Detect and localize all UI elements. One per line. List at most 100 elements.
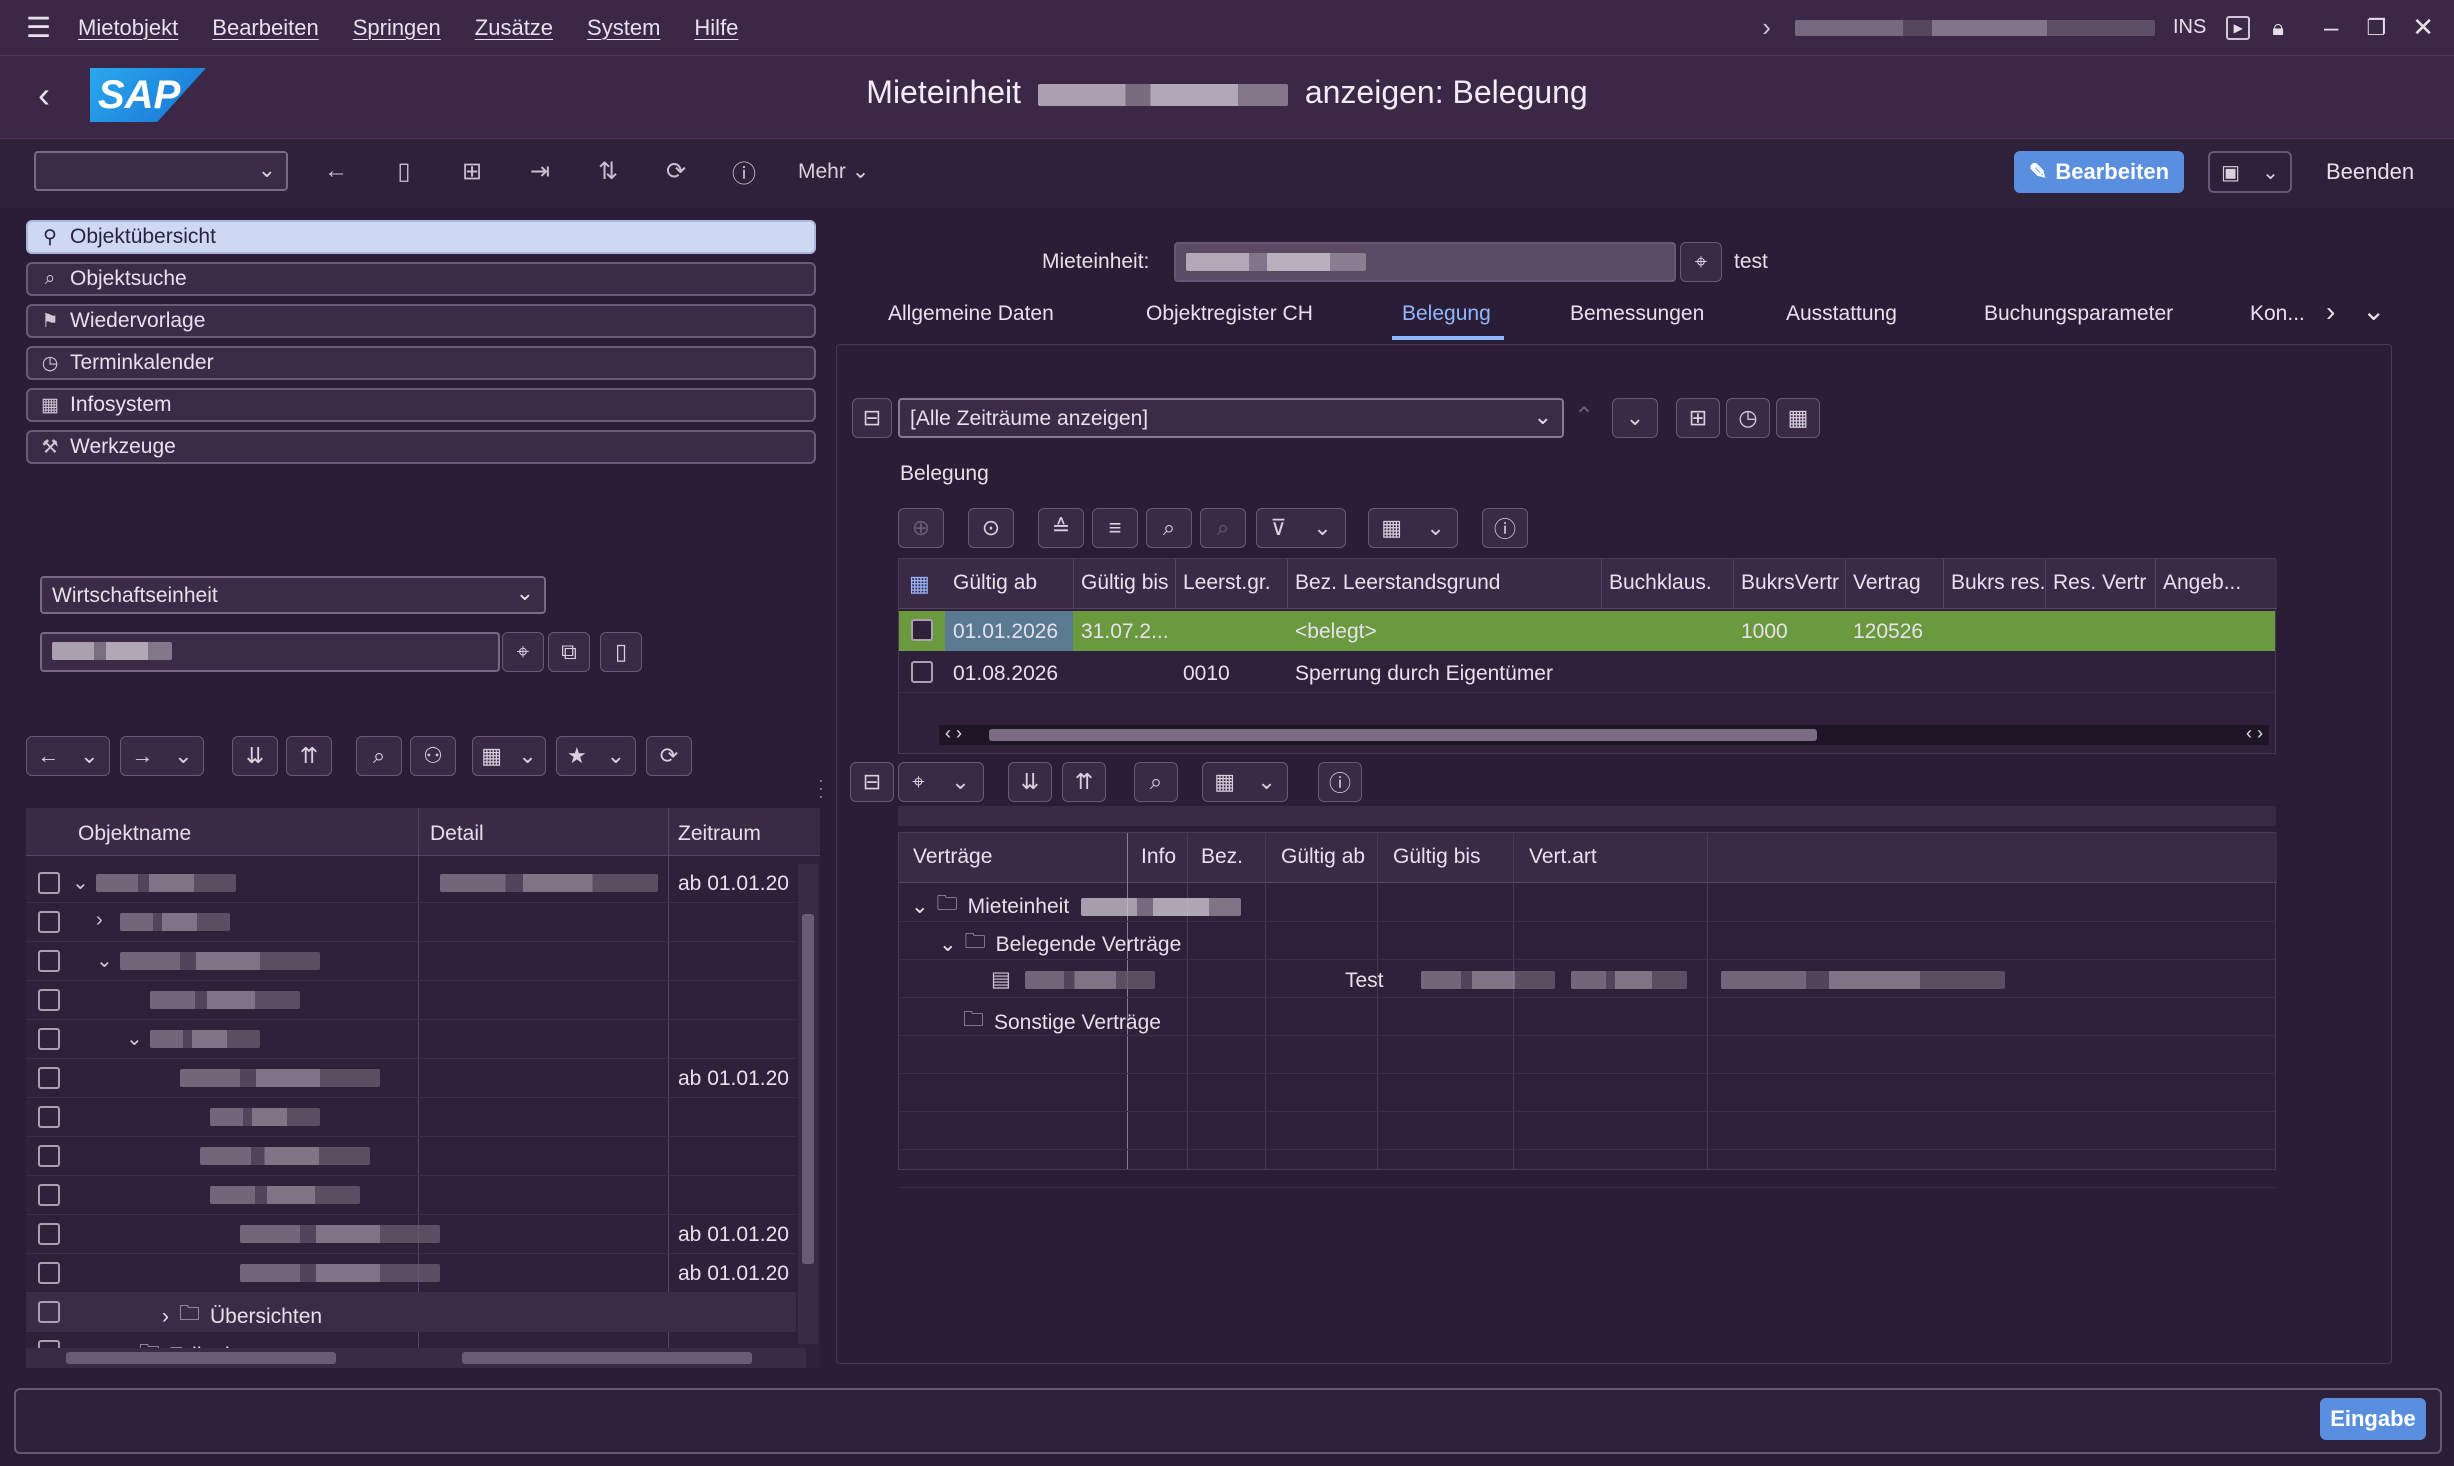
nav-back-button[interactable]: ← ⌄ (26, 736, 110, 776)
select-all-icon[interactable]: ▦ (909, 571, 930, 597)
chevron-right-icon[interactable]: › (162, 1305, 169, 1329)
nav-terminkalender[interactable]: ◷ Terminkalender (26, 346, 816, 380)
nav-forward-button[interactable]: → ⌄ (120, 736, 204, 776)
arrow-left-icon[interactable]: ← (316, 151, 356, 191)
chevron-down-icon[interactable]: ⌄ (96, 948, 113, 973)
belegung-col-header[interactable]: Angeb... (2163, 571, 2241, 595)
chevron-up-icon[interactable]: ⌃ (1574, 402, 1594, 431)
layout-menu-button[interactable]: ▦ ⌄ (472, 736, 546, 776)
enter-button[interactable]: Eingabe (2320, 1398, 2426, 1440)
row-checkbox[interactable] (38, 1145, 60, 1167)
tab-kon[interactable]: Kon... (2250, 302, 2305, 326)
transfer-icon[interactable]: ⇅ (588, 151, 628, 191)
chevron-right-icon[interactable]: › (1762, 12, 1771, 43)
lock-icon[interactable]: 🔒︎ (2272, 15, 2284, 41)
clock-icon[interactable]: ◷ (1726, 398, 1770, 438)
nav-infosystem[interactable]: ▦ Infosystem (26, 388, 816, 422)
chevron-down-icon[interactable]: ⌄ (126, 1026, 143, 1051)
export-icon[interactable]: ⇥ (520, 151, 560, 191)
nav-objektsuche[interactable]: ⌕ Objektsuche (26, 262, 816, 296)
zoom-icon[interactable]: ⊙ (968, 508, 1014, 548)
row-checkbox[interactable] (38, 1106, 60, 1128)
menu-item-zusaetze[interactable]: Zusätze (475, 15, 553, 41)
row-checkbox[interactable] (38, 911, 60, 933)
belegung-col-header[interactable]: Buchklaus. (1609, 571, 1712, 595)
layout-menu-button[interactable]: ▦ ⌄ (1368, 508, 1458, 548)
row-checkbox[interactable] (38, 1028, 60, 1050)
menu-item-system[interactable]: System (587, 15, 660, 41)
row-checkbox[interactable] (38, 989, 60, 1011)
expand-all-icon[interactable]: ⇊ (1008, 762, 1052, 802)
more-menu[interactable]: Mehr ⌄ (798, 159, 869, 184)
collapse-all-icon[interactable]: ⇈ (1062, 762, 1106, 802)
chevron-down-icon[interactable]: ⌄ (939, 932, 957, 957)
search-icon[interactable]: ⌕ (1134, 762, 1178, 802)
vertraege-col-header[interactable]: Vert.art (1529, 845, 1597, 869)
vertraege-col-header[interactable]: Gültig bis (1393, 845, 1481, 869)
belegung-col-header[interactable]: Vertrag (1853, 571, 1921, 595)
settings-menu-button[interactable]: ▣ ⌄ (2208, 151, 2292, 193)
vertraege-col-header[interactable]: Bez. (1201, 845, 1243, 869)
chevron-down-icon[interactable]: ⌄ (911, 894, 929, 919)
play-icon[interactable]: ▶ (2226, 15, 2251, 40)
belegung-col-header[interactable]: Bez. Leerstandsgrund (1295, 571, 1500, 595)
display-menu-button[interactable]: ⌖ ⌄ (898, 762, 984, 802)
object-type-select[interactable]: Wirtschaftseinheit ⌄ (40, 576, 546, 614)
col-objektname[interactable]: Objektname (78, 822, 191, 846)
col-zeitraum[interactable]: Zeitraum (678, 822, 761, 846)
splitter-handle[interactable]: · · · (818, 771, 824, 805)
nav-werkzeuge[interactable]: ⚒ Werkzeuge (26, 430, 816, 464)
menu-item-bearbeiten[interactable]: Bearbeiten (212, 15, 318, 41)
tab-ausstattung[interactable]: Ausstattung (1786, 302, 1897, 326)
minimize-icon[interactable]: – (2324, 12, 2338, 43)
menu-item-springen[interactable]: Springen (353, 15, 441, 41)
document-icon[interactable]: ▯ (384, 151, 424, 191)
vertraege-col-header[interactable]: Verträge (913, 845, 992, 869)
row-checkbox[interactable] (911, 661, 933, 683)
tab-buchungsparameter[interactable]: Buchungsparameter (1984, 302, 2173, 326)
refresh-icon[interactable]: ⟳ (646, 736, 692, 776)
row-checkbox[interactable] (38, 1262, 60, 1284)
tree-row[interactable]: ⌄ (26, 942, 796, 981)
row-checkbox[interactable] (911, 619, 933, 641)
chevron-right-icon[interactable]: › (96, 909, 103, 932)
search-icon[interactable]: ⌕ (1146, 508, 1192, 548)
favorites-menu-button[interactable]: ★ ⌄ (556, 736, 636, 776)
belegung-col-header[interactable]: Gültig bis (1081, 571, 1169, 595)
row-checkbox[interactable] (38, 950, 60, 972)
chevron-right-icon[interactable]: › (2326, 296, 2335, 328)
row-checkbox[interactable] (38, 1301, 60, 1323)
nav-objektuebersicht[interactable]: ⚲ Objektübersicht (26, 220, 816, 254)
tree-folder[interactable]: › 🗀︎ Übersichten (162, 1299, 322, 1334)
belegung-col-header[interactable]: Bukrs res. (1951, 571, 2046, 595)
info-icon[interactable]: ⓘ (724, 151, 764, 191)
restore-icon[interactable]: ❐ (2366, 15, 2386, 41)
menu-item-hilfe[interactable]: Hilfe (694, 15, 738, 41)
tree-row[interactable] (26, 981, 796, 1020)
tab-belegung[interactable]: Belegung (1402, 302, 1491, 326)
vertraege-col-header[interactable]: Info (1141, 845, 1176, 869)
tree-row[interactable] (26, 1098, 796, 1137)
copy-icon[interactable]: ⧉ (548, 632, 590, 672)
tab-bemessungen[interactable]: Bemessungen (1570, 302, 1704, 326)
sort-ascending-icon[interactable]: ≙ (1038, 508, 1084, 548)
layout-icon[interactable]: ⊟ (852, 398, 892, 438)
grid-view-icon[interactable]: ⊞ (1676, 398, 1720, 438)
tab-objektregister-ch[interactable]: Objektregister CH (1146, 302, 1313, 326)
collapse-all-icon[interactable]: ⇈ (286, 736, 332, 776)
tree-row[interactable] (26, 1176, 796, 1215)
belegung-col-header[interactable]: Leerst.gr. (1183, 571, 1271, 595)
tree-node-belegende-vertraege[interactable]: ⌄ 🗀︎ Belegende Verträge (939, 927, 1181, 962)
tree-node-sonstige-vertraege[interactable]: 🗀︎ Sonstige Verträge (963, 1005, 1161, 1040)
belegung-row[interactable]: 01.08.2026 0010 Sperrung durch Eigentümer (899, 653, 2275, 693)
row-checkbox[interactable] (38, 1223, 60, 1245)
command-field[interactable]: ⌄ (34, 151, 288, 191)
binoculars-icon[interactable]: ⌖ (502, 632, 544, 672)
tree-row[interactable]: ab 01.01.20 (26, 1215, 796, 1254)
layout-menu-button[interactable]: ▦ ⌄ (1202, 762, 1288, 802)
belegung-col-header[interactable]: Gültig ab (953, 571, 1037, 595)
belegung-col-header[interactable]: Res. Vertr (2053, 571, 2146, 595)
tree-row[interactable] (26, 1137, 796, 1176)
document-icon[interactable]: ▯ (600, 632, 642, 672)
hierarchy-icon[interactable]: ⊞ (452, 151, 492, 191)
